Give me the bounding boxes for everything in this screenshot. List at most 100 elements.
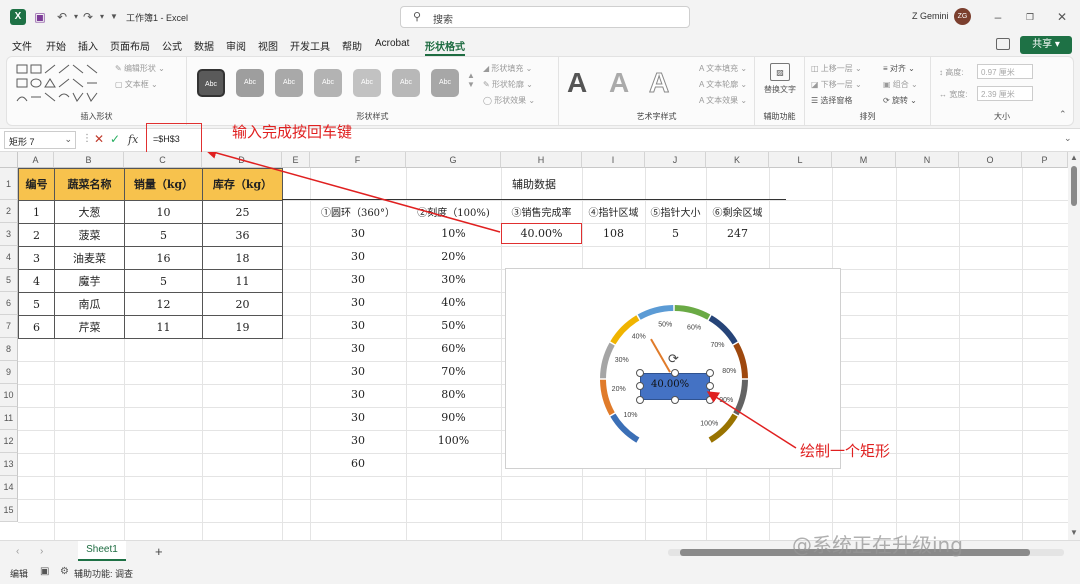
text-effect-button[interactable]: A 文本效果 ⌄ bbox=[699, 95, 747, 106]
rotate-button[interactable]: ⟳ 旋转 ⌄ bbox=[883, 95, 917, 106]
alt-text-button[interactable]: 替换文字 bbox=[764, 85, 796, 95]
tab-acrobat[interactable]: Acrobat bbox=[375, 38, 409, 49]
alt-text-icon[interactable]: ▨ bbox=[770, 63, 790, 81]
align-button[interactable]: ≡ 对齐 ⌄ bbox=[883, 63, 915, 74]
group-size: ↕ 高度: 0.97 厘米 ↔ 宽度: 2.39 厘米 大小 bbox=[931, 57, 1073, 125]
tab-review[interactable]: 审阅 bbox=[226, 38, 246, 53]
name-box[interactable]: 矩形 7 ⌄ bbox=[4, 131, 76, 149]
insert-function-icon[interactable]: fx bbox=[128, 133, 138, 146]
document-title: 工作簿1 - Excel bbox=[126, 13, 189, 23]
formula-bar: 矩形 7 ⌄ ⋮ ✕ ✓ fx =$H$3 输入完成按回车键 ⌄ bbox=[0, 123, 1080, 153]
bring-forward-button[interactable]: ◫ 上移一层 ⌄ bbox=[811, 63, 862, 74]
save-icon[interactable]: ▣ bbox=[32, 9, 48, 25]
next-sheet-icon[interactable]: › bbox=[40, 546, 43, 557]
cancel-icon[interactable]: ✕ bbox=[94, 132, 104, 146]
width-input[interactable]: 2.39 厘米 bbox=[977, 86, 1033, 101]
annotation-rect-hint: 绘制一个矩形 bbox=[800, 442, 891, 460]
search-box[interactable]: ⚲ 搜索 bbox=[400, 6, 690, 28]
shapes-gallery[interactable] bbox=[15, 63, 111, 109]
title-bar: X ▣ ↶ ▾ ↷ ▾ ▼ 工作簿1 - Excel ⚲ 搜索 Z Gemini… bbox=[0, 0, 1080, 34]
user-name[interactable]: Z Gemini bbox=[912, 11, 949, 21]
shape-style-4[interactable]: Abc bbox=[314, 69, 342, 97]
status-mode: 编辑 bbox=[10, 569, 29, 579]
vertical-scrollbar[interactable]: ▲ ▼ bbox=[1068, 152, 1080, 540]
formula-text: =$H$3 bbox=[153, 134, 180, 144]
restore-icon[interactable]: ❐ bbox=[1022, 9, 1038, 25]
gallery-more-icon[interactable]: ▲ ▼ bbox=[467, 71, 475, 89]
group-title-wordart: 艺术字样式 bbox=[636, 112, 677, 121]
sheet-tab-bar: ‹ › Sheet1 + @系统正在升级ing bbox=[0, 533, 1080, 564]
group-title-arrange: 排列 bbox=[859, 112, 876, 121]
close-icon[interactable]: ✕ bbox=[1054, 9, 1070, 25]
tab-help[interactable]: 帮助 bbox=[342, 38, 362, 53]
tab-formulas[interactable]: 公式 bbox=[162, 38, 182, 53]
tab-data[interactable]: 数据 bbox=[194, 38, 214, 53]
wordart-style-3[interactable]: A bbox=[648, 67, 669, 99]
group-insert-shapes: ✎ 编辑形状 ⌄ ▢ 文本框 ⌄ 插入形状 bbox=[7, 57, 187, 125]
wordart-style-2[interactable]: A bbox=[609, 67, 629, 99]
height-input[interactable]: 0.97 厘米 bbox=[977, 64, 1033, 79]
name-box-dropdown-icon[interactable]: ⌄ bbox=[64, 134, 72, 145]
tab-page-layout[interactable]: 页面布局 bbox=[110, 38, 150, 53]
excel-logo-icon: X bbox=[10, 9, 26, 25]
arrow-to-formula bbox=[204, 152, 501, 233]
minimize-icon[interactable]: – bbox=[990, 9, 1006, 25]
shape-style-7[interactable]: Abc bbox=[431, 69, 459, 97]
avatar[interactable]: ZG bbox=[954, 8, 971, 25]
tab-shape-format[interactable]: 形状格式 bbox=[425, 38, 465, 56]
enter-icon[interactable]: ✓ bbox=[110, 132, 120, 146]
status-bar: 编辑 ▣ ⚙ 辅助功能: 调查 bbox=[0, 564, 1080, 584]
scroll-up-icon[interactable]: ▲ bbox=[1070, 153, 1078, 162]
group-title-insert-shapes: 插入形状 bbox=[80, 112, 113, 121]
group-title-size: 大小 bbox=[994, 112, 1010, 121]
tab-developer[interactable]: 开发工具 bbox=[290, 38, 330, 53]
wordart-style-1[interactable]: A bbox=[567, 67, 587, 99]
selection-pane-button[interactable]: ☰ 选择窗格 bbox=[811, 95, 852, 106]
shape-fill-button[interactable]: ◢ 形状填充 ⌄ bbox=[483, 63, 532, 74]
shape-effect-button[interactable]: ◯ 形状效果 ⌄ bbox=[483, 95, 535, 106]
edit-shape-button[interactable]: ✎ 编辑形状 ⌄ bbox=[115, 63, 165, 74]
shape-style-2[interactable]: Abc bbox=[236, 69, 264, 97]
send-backward-button[interactable]: ◪ 下移一层 ⌄ bbox=[811, 79, 862, 90]
watermark: @系统正在升级ing bbox=[792, 533, 963, 557]
shape-outline-button[interactable]: ✎ 形状轮廓 ⌄ bbox=[483, 79, 533, 90]
annotation-formula-hint: 输入完成按回车键 bbox=[232, 123, 353, 141]
scroll-thumb[interactable] bbox=[1071, 166, 1077, 206]
group-title-accessibility: 辅助功能 bbox=[763, 112, 796, 121]
tab-insert[interactable]: 插入 bbox=[78, 38, 98, 53]
group-button[interactable]: ▣ 组合 ⌄ bbox=[883, 79, 918, 90]
shape-style-6[interactable]: Abc bbox=[392, 69, 420, 97]
shape-style-1[interactable]: Abc bbox=[197, 69, 225, 97]
text-fill-button[interactable]: A 文本填充 ⌄ bbox=[699, 63, 747, 74]
scroll-down-icon[interactable]: ▼ bbox=[1070, 528, 1078, 537]
textbox-button[interactable]: ▢ 文本框 ⌄ bbox=[115, 79, 158, 90]
share-label: 共享 bbox=[1032, 39, 1053, 50]
accessibility-status[interactable]: 辅助功能: 调查 bbox=[74, 567, 133, 580]
worksheet-grid[interactable]: ABCDEFGHIJKLMNOPQ 123456789101112131415 … bbox=[0, 152, 1068, 540]
shape-style-3[interactable]: Abc bbox=[275, 69, 303, 97]
customize-qat-icon[interactable]: ▼ bbox=[106, 9, 122, 25]
ribbon: ✎ 编辑形状 ⌄ ▢ 文本框 ⌄ 插入形状 Abc Abc Abc Abc Ab… bbox=[6, 56, 1074, 126]
shape-style-5[interactable]: Abc bbox=[353, 69, 381, 97]
add-sheet-icon[interactable]: + bbox=[155, 544, 163, 559]
group-wordart: A A A A 文本填充 ⌄ A 文本轮廓 ⌄ A 文本效果 ⌄ 艺术字样式 bbox=[559, 57, 755, 125]
tab-home[interactable]: 开始 bbox=[46, 38, 66, 53]
group-accessibility: ▨ 替换文字 辅助功能 bbox=[755, 57, 805, 125]
search-icon: ⚲ bbox=[413, 11, 422, 23]
width-label: ↔ 宽度: bbox=[939, 90, 968, 99]
tab-view[interactable]: 视图 bbox=[258, 38, 278, 53]
prev-sheet-icon[interactable]: ‹ bbox=[16, 546, 19, 557]
accessibility-icon[interactable]: ⚙ bbox=[60, 566, 69, 577]
group-arrange: ◫ 上移一层 ⌄ ◪ 下移一层 ⌄ ☰ 选择窗格 ≡ 对齐 ⌄ ▣ 组合 ⌄ ⟳… bbox=[805, 57, 931, 125]
group-shape-styles: Abc Abc Abc Abc Abc Abc Abc ▲ ▼ ◢ 形状填充 ⌄ … bbox=[187, 57, 559, 125]
formula-bar-expand-icon[interactable]: ⌄ bbox=[1064, 133, 1072, 144]
arrow-to-rectangle bbox=[706, 391, 797, 449]
collapse-ribbon-icon[interactable]: ⌃ bbox=[1059, 109, 1067, 120]
sheet-tab-sheet1[interactable]: Sheet1 bbox=[78, 541, 126, 561]
comment-icon[interactable] bbox=[996, 38, 1010, 50]
macro-record-icon[interactable]: ▣ bbox=[40, 566, 49, 577]
share-button[interactable]: 共享 ▾ bbox=[1020, 36, 1072, 54]
text-outline-button[interactable]: A 文本轮廓 ⌄ bbox=[699, 79, 747, 90]
tab-file[interactable]: 文件 bbox=[12, 38, 32, 53]
name-box-value: 矩形 7 bbox=[9, 137, 35, 147]
